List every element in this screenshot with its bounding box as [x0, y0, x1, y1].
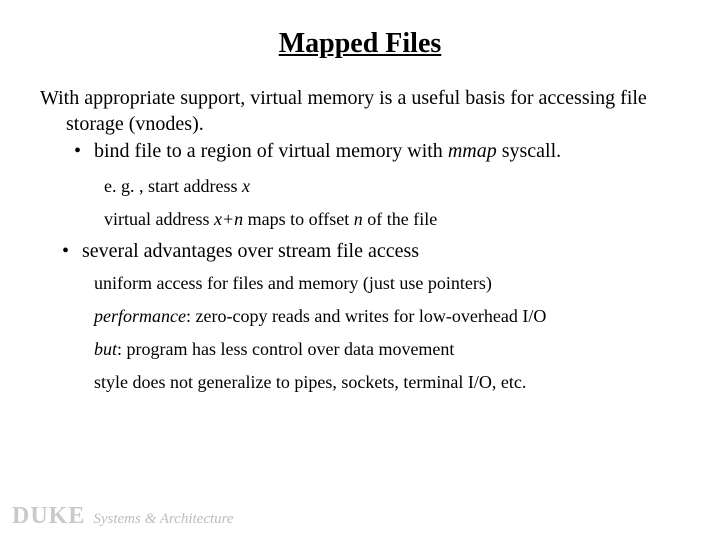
sub-va-n: n	[354, 209, 363, 229]
bullet-list-1: • bind file to a region of virtual memor…	[74, 139, 680, 165]
intro-paragraph: With appropriate support, virtual memory…	[40, 86, 680, 137]
sub-virtual-address: virtual address x+n maps to offset n of …	[104, 206, 680, 233]
sub-va-xn: x+n	[214, 209, 243, 229]
bullet-1-suffix: syscall.	[497, 140, 561, 162]
slide: Mapped Files With appropriate support, v…	[0, 0, 720, 540]
sub-va-mid: maps to offset	[243, 209, 354, 229]
footer: DUKE Systems & Architecture	[12, 503, 234, 530]
footer-tagline: Systems & Architecture	[93, 511, 233, 528]
sub-eg-prefix: e. g. , start address	[104, 176, 242, 196]
bullet-1-mmap: mmap	[448, 140, 497, 162]
sub-eg-x: x	[242, 176, 250, 196]
adv-but: but: program has less control over data …	[94, 336, 680, 364]
sub-va-suffix: of the file	[363, 209, 437, 229]
footer-logo-text: DUKE	[12, 503, 85, 530]
adv-style: style does not generalize to pipes, sock…	[94, 369, 680, 397]
intro-line-1: With appropriate support, virtual memory…	[40, 87, 534, 109]
adv-uniform: uniform access for files and memory (jus…	[94, 270, 680, 298]
adv-performance-label: performance	[94, 306, 186, 326]
adv-performance-rest: : zero-copy reads and writes for low-ove…	[186, 306, 546, 326]
bullet-dot-icon: •	[74, 139, 81, 165]
bullet-2-text: several advantages over stream file acce…	[82, 240, 419, 262]
bullet-list-2: • several advantages over stream file ac…	[62, 239, 680, 265]
bullet-bind-file: • bind file to a region of virtual memor…	[74, 139, 680, 165]
sub-bullets-1: e. g. , start address x virtual address …	[104, 173, 680, 233]
slide-body: With appropriate support, virtual memory…	[40, 86, 680, 397]
bullet-advantages: • several advantages over stream file ac…	[62, 239, 680, 265]
sub-bullets-2: uniform access for files and memory (jus…	[94, 270, 680, 397]
adv-but-label: but	[94, 339, 117, 359]
bullet-1-prefix: bind file to a region of virtual memory …	[94, 140, 448, 162]
bullet-dot-icon: •	[62, 239, 69, 265]
adv-performance: performance: zero-copy reads and writes …	[94, 303, 680, 331]
slide-title: Mapped Files	[40, 28, 680, 60]
sub-eg: e. g. , start address x	[104, 173, 680, 200]
sub-va-prefix: virtual address	[104, 209, 214, 229]
adv-but-rest: : program has less control over data mov…	[117, 339, 454, 359]
